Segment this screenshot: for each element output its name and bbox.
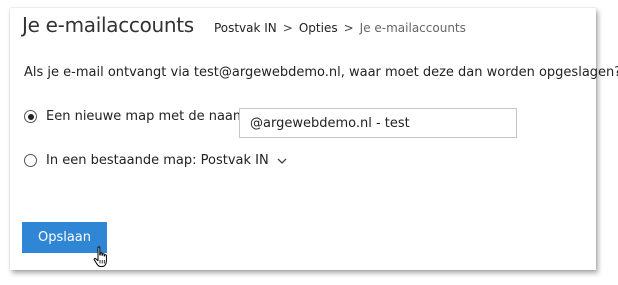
new-folder-name-input[interactable] xyxy=(239,108,517,138)
storage-question: Als je e-mail ontvangt via test@argewebd… xyxy=(24,65,618,80)
breadcrumb-separator: > xyxy=(282,21,293,35)
breadcrumb-separator: > xyxy=(343,21,354,35)
breadcrumb: Postvak IN > Opties > Je e-mailaccounts xyxy=(214,21,466,35)
existing-folder-label: In een bestaande map: Postvak IN xyxy=(46,153,269,168)
existing-folder-select[interactable]: In een bestaande map: Postvak IN xyxy=(46,153,287,168)
page-header: Je e-mailaccounts Postvak IN > Opties > … xyxy=(22,13,466,37)
new-folder-radio[interactable] xyxy=(24,110,37,123)
page-title: Je e-mailaccounts xyxy=(22,13,194,37)
option-existing-folder[interactable]: In een bestaande map: Postvak IN xyxy=(24,153,287,168)
breadcrumb-item-inbox[interactable]: Postvak IN xyxy=(214,21,277,35)
hand-pointer-icon xyxy=(93,246,107,267)
existing-folder-radio[interactable] xyxy=(24,154,37,167)
chevron-down-icon[interactable] xyxy=(277,156,287,166)
new-folder-label: Een nieuwe map met de naam: xyxy=(46,109,250,124)
breadcrumb-item-options[interactable]: Opties xyxy=(299,21,338,35)
breadcrumb-item-current: Je e-mailaccounts xyxy=(359,21,466,35)
option-new-folder[interactable]: Een nieuwe map met de naam: xyxy=(24,109,250,124)
accounts-panel: Je e-mailaccounts Postvak IN > Opties > … xyxy=(10,8,618,270)
